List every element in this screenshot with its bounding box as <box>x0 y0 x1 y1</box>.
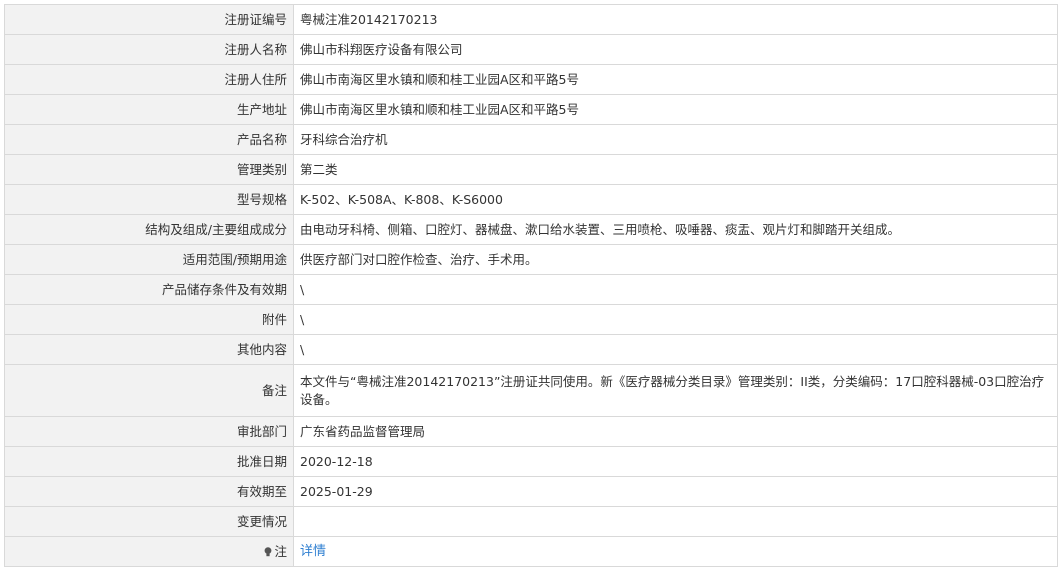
row-label-product-name: 产品名称 <box>4 124 294 155</box>
table-row: 注册人住所 佛山市南海区里水镇和顺和桂工业园A区和平路5号 <box>4 64 1058 95</box>
table-row: 批准日期 2020-12-18 <box>4 446 1058 477</box>
row-value-remarks: 本文件与“粤械注准20142170213”注册证共同使用。新《医疗器械分类目录》… <box>293 364 1058 417</box>
row-value-approval-department: 广东省药品监督管理局 <box>293 416 1058 447</box>
table-row: 产品名称 牙科综合治疗机 <box>4 124 1058 155</box>
row-value-intended-use: 供医疗部门对口腔作检查、治疗、手术用。 <box>293 244 1058 275</box>
row-value-product-name: 牙科综合治疗机 <box>293 124 1058 155</box>
table-row: 审批部门 广东省药品监督管理局 <box>4 416 1058 447</box>
table-row: 注册人名称 佛山市科翔医疗设备有限公司 <box>4 34 1058 65</box>
row-label-production-address: 生产地址 <box>4 94 294 125</box>
row-label-other-content: 其他内容 <box>4 334 294 365</box>
row-label-intended-use: 适用范围/预期用途 <box>4 244 294 275</box>
lightbulb-icon <box>264 544 272 556</box>
table-row: 有效期至 2025-01-29 <box>4 476 1058 507</box>
row-label-registrant-address: 注册人住所 <box>4 64 294 95</box>
row-label-attachment: 附件 <box>4 304 294 335</box>
row-label-structure: 结构及组成/主要组成成分 <box>4 214 294 245</box>
row-value-attachment: \ <box>293 304 1058 335</box>
row-label-change-history: 变更情况 <box>4 506 294 537</box>
table-row: 备注 本文件与“粤械注准20142170213”注册证共同使用。新《医疗器械分类… <box>4 364 1058 417</box>
note-label: 注 <box>274 543 287 559</box>
row-label-registrant-name: 注册人名称 <box>4 34 294 65</box>
row-value-registration-number: 粤械注准20142170213 <box>293 4 1058 35</box>
row-value-structure: 由电动牙科椅、侧箱、口腔灯、器械盘、漱口给水装置、三用喷枪、吸唾器、痰盂、观片灯… <box>293 214 1058 245</box>
row-value-valid-until: 2025-01-29 <box>293 476 1058 507</box>
table-row: 结构及组成/主要组成成分 由电动牙科椅、侧箱、口腔灯、器械盘、漱口给水装置、三用… <box>4 214 1058 245</box>
table-row: 其他内容 \ <box>4 334 1058 365</box>
table-row: 注 详情 <box>4 536 1058 567</box>
table-row: 附件 \ <box>4 304 1058 335</box>
row-label-approval-date: 批准日期 <box>4 446 294 477</box>
row-label-storage-validity: 产品储存条件及有效期 <box>4 274 294 305</box>
row-value-registrant-name: 佛山市科翔医疗设备有限公司 <box>293 34 1058 65</box>
row-label-approval-department: 审批部门 <box>4 416 294 447</box>
table-row: 管理类别 第二类 <box>4 154 1058 185</box>
row-value-change-history <box>293 506 1058 537</box>
table-row: 产品储存条件及有效期 \ <box>4 274 1058 305</box>
row-label-valid-until: 有效期至 <box>4 476 294 507</box>
details-link[interactable]: 详情 <box>300 544 326 559</box>
row-label-management-class: 管理类别 <box>4 154 294 185</box>
row-value-note: 详情 <box>293 536 1058 567</box>
row-label-note: 注 <box>4 536 294 567</box>
row-value-production-address: 佛山市南海区里水镇和顺和桂工业园A区和平路5号 <box>293 94 1058 125</box>
row-value-registrant-address: 佛山市南海区里水镇和顺和桂工业园A区和平路5号 <box>293 64 1058 95</box>
row-value-model-spec: K-502、K-508A、K-808、K-S6000 <box>293 184 1058 215</box>
table-row: 型号规格 K-502、K-508A、K-808、K-S6000 <box>4 184 1058 215</box>
row-value-other-content: \ <box>293 334 1058 365</box>
table-row: 生产地址 佛山市南海区里水镇和顺和桂工业园A区和平路5号 <box>4 94 1058 125</box>
row-value-management-class: 第二类 <box>293 154 1058 185</box>
table-row: 适用范围/预期用途 供医疗部门对口腔作检查、治疗、手术用。 <box>4 244 1058 275</box>
table-row: 注册证编号 粤械注准20142170213 <box>4 4 1058 35</box>
row-value-storage-validity: \ <box>293 274 1058 305</box>
detail-table: 注册证编号 粤械注准20142170213 注册人名称 佛山市科翔医疗设备有限公… <box>4 4 1058 567</box>
row-label-remarks: 备注 <box>4 364 294 417</box>
registration-detail: 注册证编号 粤械注准20142170213 注册人名称 佛山市科翔医疗设备有限公… <box>4 4 1058 567</box>
row-label-registration-number: 注册证编号 <box>4 4 294 35</box>
row-value-approval-date: 2020-12-18 <box>293 446 1058 477</box>
row-label-model-spec: 型号规格 <box>4 184 294 215</box>
table-row: 变更情况 <box>4 506 1058 537</box>
